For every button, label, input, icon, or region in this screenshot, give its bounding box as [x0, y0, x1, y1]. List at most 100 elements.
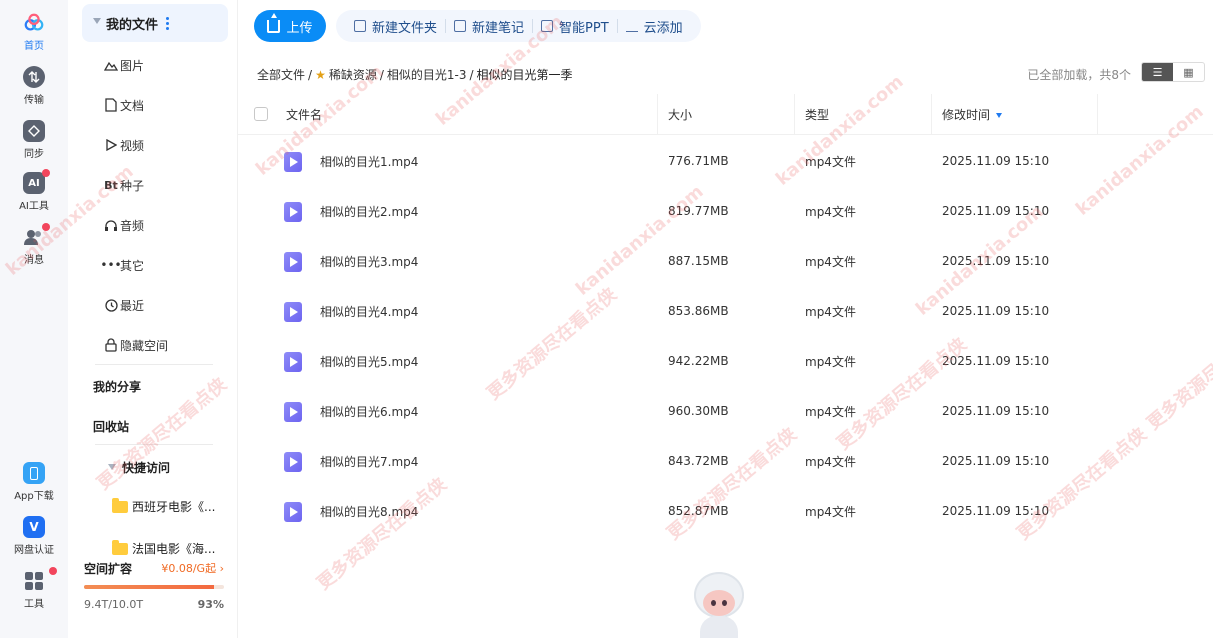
- table-row[interactable]: 相似的目光4.mp4 853.86MB mp4文件 2025.11.09 15:10: [238, 286, 1213, 336]
- rail-label: AI工具: [19, 201, 49, 212]
- table-row[interactable]: 相似的目光7.mp4 843.72MB mp4文件 2025.11.09 15:10: [238, 436, 1213, 486]
- file-type: mp4文件: [805, 304, 856, 319]
- smart-ppt-icon: [541, 20, 554, 32]
- new-folder-button[interactable]: 新建文件夹: [346, 17, 445, 36]
- table-row[interactable]: 相似的目光8.mp4 852.87MB mp4文件 2025.11.09 15:10: [238, 486, 1213, 536]
- notification-dot: [42, 223, 50, 231]
- table-row[interactable]: 相似的目光6.mp4 960.30MB mp4文件 2025.11.09 15:10: [238, 386, 1213, 436]
- column-divider[interactable]: [657, 94, 658, 135]
- table-row[interactable]: 相似的目光1.mp4 776.71MB mp4文件 2025.11.09 15:10: [238, 136, 1213, 186]
- breadcrumb: 全部文件 / ★ 稀缺资源 / 相似的目光1-3/ 相似的目光第一季: [257, 66, 573, 83]
- smart-ppt-button[interactable]: 智能PPT: [533, 17, 617, 36]
- upload-button[interactable]: 上传: [254, 10, 326, 42]
- storage-price-link[interactable]: ¥0.08/G起 ›: [161, 560, 224, 577]
- storage-percent: 93%: [197, 598, 224, 611]
- file-modified: 2025.11.09 15:10: [942, 354, 1050, 368]
- column-name[interactable]: 文件名: [286, 94, 322, 135]
- file-type: mp4文件: [805, 154, 856, 169]
- grid-view-icon[interactable]: ▦: [1173, 63, 1204, 81]
- sidebar-item-label: 图片: [120, 58, 145, 73]
- messages-icon: [23, 223, 50, 248]
- file-name[interactable]: 相似的目光2.mp4: [320, 186, 418, 236]
- video-file-icon: [284, 152, 302, 172]
- column-divider[interactable]: [1097, 94, 1098, 135]
- sidebar-item-docs[interactable]: 文档: [105, 95, 144, 115]
- sidebar-item-torrents[interactable]: Bt 种子: [104, 175, 144, 195]
- rail-app-download[interactable]: App下载: [0, 462, 68, 502]
- video-file-icon: [284, 502, 302, 522]
- file-name[interactable]: 相似的目光6.mp4: [320, 386, 418, 436]
- more-options-icon[interactable]: [166, 16, 170, 30]
- table-row[interactable]: 相似的目光5.mp4 942.22MB mp4文件 2025.11.09 15:10: [238, 336, 1213, 386]
- file-name[interactable]: 相似的目光8.mp4: [320, 486, 418, 536]
- image-icon: [104, 58, 118, 72]
- rail-messages[interactable]: 消息: [0, 223, 68, 266]
- clock-icon: [104, 298, 118, 312]
- rail-sync[interactable]: 同步: [0, 120, 68, 160]
- video-file-icon: [284, 252, 302, 272]
- file-modified: 2025.11.09 15:10: [942, 454, 1050, 468]
- file-name[interactable]: 相似的目光3.mp4: [320, 236, 418, 286]
- chevron-down-icon[interactable]: [108, 464, 116, 470]
- column-divider[interactable]: [931, 94, 932, 135]
- mascot-avatar[interactable]: [690, 572, 748, 638]
- video-file-icon: [284, 352, 302, 372]
- breadcrumb-current: 相似的目光第一季: [476, 68, 573, 82]
- file-name[interactable]: 相似的目光1.mp4: [320, 136, 418, 186]
- transfer-icon: [23, 66, 45, 88]
- file-size: 776.71MB: [668, 154, 729, 168]
- storage-title: 空间扩容: [84, 562, 133, 576]
- column-type[interactable]: 类型: [805, 94, 829, 135]
- sidebar-item-videos[interactable]: 视频: [106, 135, 144, 155]
- sidebar-item-audio[interactable]: 音频: [105, 215, 145, 235]
- file-type: mp4文件: [805, 254, 856, 269]
- file-size: 853.86MB: [668, 304, 729, 318]
- column-divider[interactable]: [794, 94, 795, 135]
- file-name[interactable]: 相似的目光4.mp4: [320, 286, 418, 336]
- my-files-nav[interactable]: 我的文件: [82, 4, 228, 42]
- rail-transfer[interactable]: 传输: [0, 66, 68, 106]
- rail-tools[interactable]: 工具: [0, 567, 68, 610]
- sidebar-item-recent[interactable]: 最近: [104, 295, 144, 315]
- breadcrumb-item[interactable]: 全部文件: [257, 66, 305, 83]
- tool-label: 新建文件夹: [372, 20, 438, 36]
- quick-access-item[interactable]: 西班牙电影《...: [112, 498, 222, 515]
- rail-label: 工具: [24, 599, 44, 610]
- column-size[interactable]: 大小: [668, 94, 692, 135]
- ai-tools-icon: AI: [23, 169, 50, 194]
- rail-verify[interactable]: V 网盘认证: [0, 516, 68, 556]
- new-note-button[interactable]: 新建笔记: [446, 17, 532, 36]
- quick-access-label: 法国电影《海...: [132, 542, 216, 556]
- quick-access-item[interactable]: 法国电影《海...: [112, 540, 222, 557]
- storage-price: ¥0.08/G起: [161, 562, 217, 575]
- file-type: mp4文件: [805, 404, 856, 419]
- sidebar-item-other[interactable]: ••• 其它: [100, 255, 144, 275]
- quick-access-heading[interactable]: 快捷访问: [122, 459, 170, 476]
- sort-desc-icon: [996, 113, 1003, 118]
- table-row[interactable]: 相似的目光3.mp4 887.15MB mp4文件 2025.11.09 15:10: [238, 236, 1213, 286]
- rail-ai-tools[interactable]: AI AI工具: [0, 169, 68, 212]
- sidebar-item-hidden[interactable]: 隐藏空间: [105, 335, 168, 355]
- file-name[interactable]: 相似的目光7.mp4: [320, 436, 418, 486]
- column-modified[interactable]: 修改时间: [942, 94, 1003, 135]
- cloud-add-button[interactable]: 云添加: [618, 17, 691, 36]
- toolbar-actions: 新建文件夹 新建笔记 智能PPT 云添加: [336, 10, 701, 42]
- quick-access-label: 西班牙电影《...: [132, 500, 216, 514]
- select-all-checkbox[interactable]: [254, 107, 268, 121]
- file-name[interactable]: 相似的目光5.mp4: [320, 336, 418, 386]
- sidebar-item-recycle[interactable]: 回收站: [93, 418, 129, 435]
- table-row[interactable]: 相似的目光2.mp4 819.77MB mp4文件 2025.11.09 15:10: [238, 186, 1213, 236]
- rail-home[interactable]: 首页: [0, 12, 68, 52]
- upload-label: 上传: [286, 20, 313, 36]
- breadcrumb-item[interactable]: 稀缺资源: [329, 66, 377, 83]
- list-view-icon[interactable]: ☰: [1142, 63, 1173, 81]
- folder-icon: [112, 498, 128, 513]
- sidebar-item-my-share[interactable]: 我的分享: [93, 378, 141, 395]
- storage-panel[interactable]: 空间扩容 ¥0.08/G起 › 9.4T/10.0T 93%: [84, 560, 224, 611]
- sidebar-item-images[interactable]: 图片: [104, 55, 145, 75]
- notification-dot: [49, 567, 57, 575]
- file-modified: 2025.11.09 15:10: [942, 254, 1050, 268]
- file-modified: 2025.11.09 15:10: [942, 304, 1050, 318]
- breadcrumb-item[interactable]: 相似的目光1-3: [387, 66, 467, 83]
- sidebar-item-label: 音频: [120, 218, 145, 233]
